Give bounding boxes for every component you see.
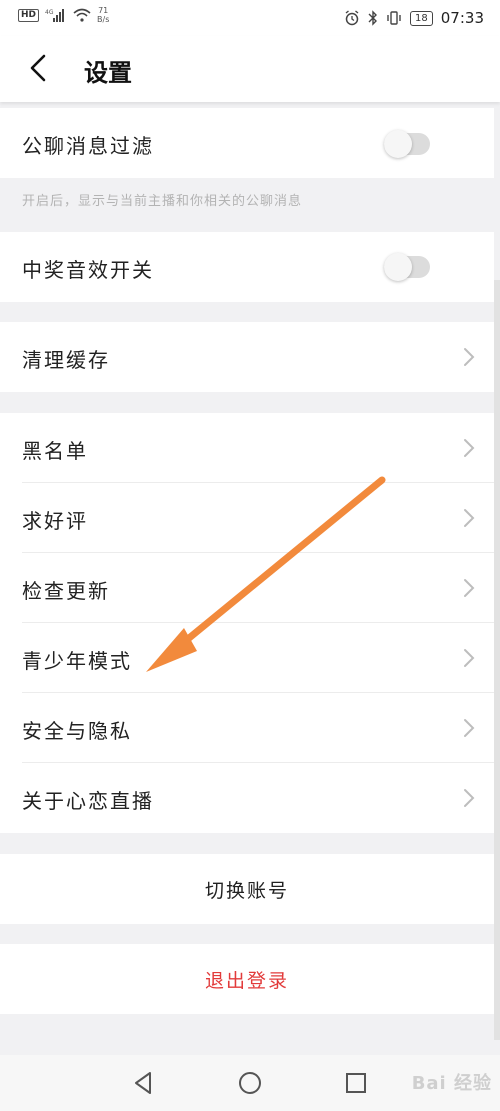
chevron-right-icon [462,507,476,529]
status-right: 18 07:33 [344,9,484,27]
toggle-knob [384,253,412,281]
net-speed-value: 71 [98,6,109,15]
battery-icon: 18 [410,10,433,26]
public-filter-toggle[interactable] [384,130,430,158]
teen-mode-label: 青少年模式 [22,649,132,673]
scrollbar[interactable] [494,280,500,1040]
circle-home-icon [239,1072,261,1094]
about-label: 关于心恋直播 [22,789,154,813]
blacklist-label: 黑名单 [22,439,88,463]
chevron-right-icon [462,787,476,809]
nav-back-button[interactable] [128,1067,160,1099]
status-bar: HD 4G 71 B/s 18 07:33 [0,0,500,36]
setting-public-filter: 公聊消息过滤 [0,108,494,178]
square-recents-icon [346,1073,366,1093]
status-left: HD 4G 71 B/s [18,6,109,24]
chevron-right-icon [462,346,476,368]
setting-teen-mode[interactable]: 青少年模式 [0,623,494,693]
switch-account-button[interactable]: 切换账号 [0,854,494,924]
chevron-right-icon [462,437,476,459]
rate-label: 求好评 [22,509,88,533]
alarm-icon [345,10,359,26]
hd-badge: HD [18,8,40,22]
chevron-right-icon [462,717,476,739]
bluetooth-icon [368,10,378,26]
chevron-left-icon [30,54,46,82]
prize-sound-toggle[interactable] [384,253,430,281]
clear-cache-label: 清理缓存 [22,348,110,372]
page-title: 设置 [84,59,132,87]
switch-account-label: 切换账号 [204,880,289,902]
vibrate-icon [387,11,401,25]
app-header: 设置 [0,36,500,102]
triangle-back-icon [135,1072,151,1094]
net-speed-unit: B/s [97,15,110,24]
setting-blacklist[interactable]: 黑名单 [0,413,494,483]
logout-button[interactable]: 退出登录 [0,944,494,1014]
setting-check-update[interactable]: 检查更新 [0,553,494,623]
setting-clear-cache[interactable]: 清理缓存 [0,322,494,392]
setting-prize-sound: 中奖音效开关 [0,232,494,302]
signal-icon: 4G [45,9,65,22]
setting-rate[interactable]: 求好评 [0,483,494,553]
logout-label: 退出登录 [204,970,289,992]
nav-home-button[interactable] [234,1067,266,1099]
setting-about[interactable]: 关于心恋直播 [0,763,494,833]
setting-privacy[interactable]: 安全与隐私 [0,693,494,763]
clock: 07:33 [440,9,484,27]
chevron-right-icon [462,577,476,599]
toggle-knob [384,130,412,158]
public-filter-label: 公聊消息过滤 [22,134,154,158]
public-filter-hint: 开启后，显示与当前主播和你相关的公聊消息 [22,194,303,209]
wifi-icon [73,8,91,22]
chevron-right-icon [462,647,476,669]
prize-sound-label: 中奖音效开关 [22,258,154,282]
watermark: Bai 经验 [411,1073,492,1094]
system-nav-bar: Bai 经验 [0,1055,500,1111]
net-speed: 71 B/s [97,6,109,24]
back-button[interactable] [22,50,58,86]
svg-text:4G: 4G [45,9,54,16]
privacy-label: 安全与隐私 [22,719,132,743]
nav-recents-button[interactable] [340,1067,372,1099]
check-update-label: 检查更新 [22,579,110,603]
